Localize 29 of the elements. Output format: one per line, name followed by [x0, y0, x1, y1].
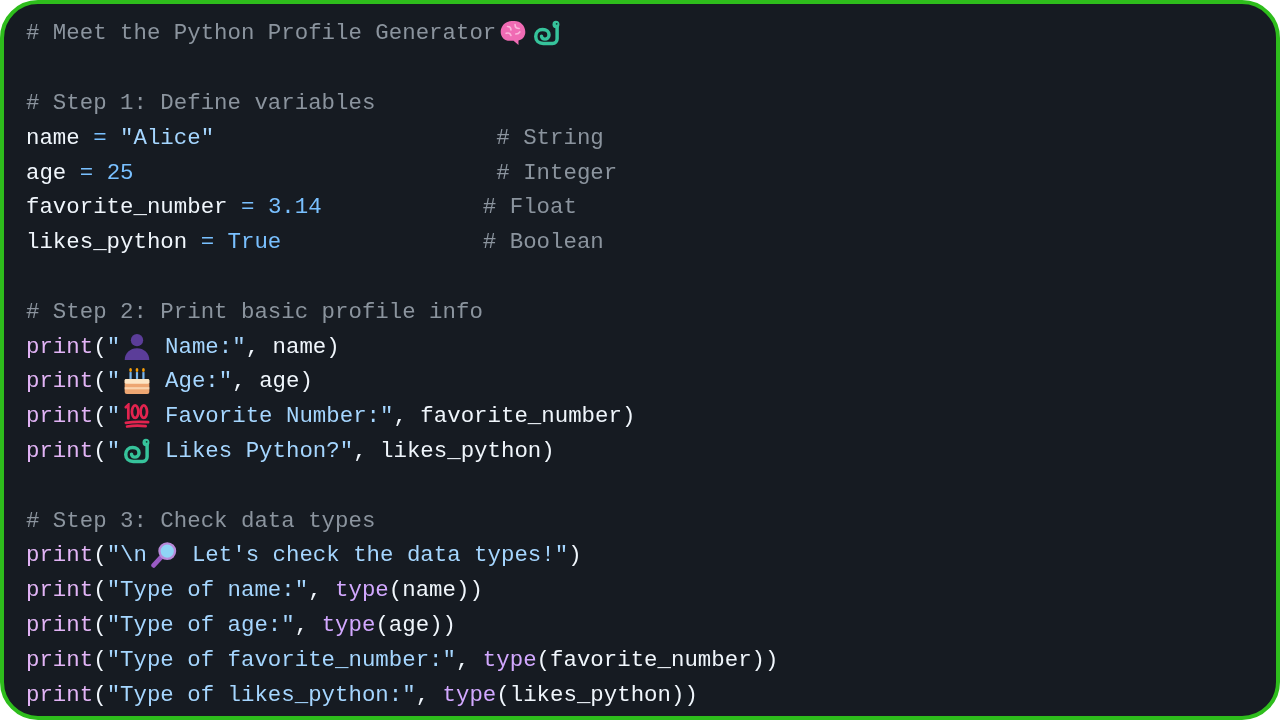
- brain-icon: [500, 20, 527, 47]
- snake-icon: [534, 20, 561, 47]
- code-text: print(": [26, 333, 121, 360]
- cake-icon: [124, 368, 151, 395]
- code-line: age = 25 # Integer: [26, 159, 618, 186]
- code-line: print("Type of name:", type(name)): [26, 577, 483, 604]
- code-line: # Step 2: Print basic profile info: [26, 298, 483, 325]
- code-line: print("Type of favorite_number:", type(favorite_number)): [26, 646, 779, 673]
- code-text: # Meet the Python Profile Generator: [26, 20, 497, 47]
- code-line: favorite_number = 3.14 # Float: [26, 194, 577, 221]
- code-line: # Step 3: Check data types: [26, 507, 376, 534]
- code-line: print("Type of age:", type(age)): [26, 611, 456, 638]
- code-text: Let's check the data types!"): [191, 542, 582, 569]
- code-text: Name:", name): [165, 333, 340, 360]
- code-line: print("Type of likes_python:", type(likes_python)): [26, 681, 698, 708]
- snake-icon: [124, 437, 151, 464]
- code-text: print(": [26, 368, 121, 395]
- code-text: print(": [26, 403, 121, 430]
- code-text: print("\n: [26, 542, 147, 569]
- code-text: print(": [26, 437, 121, 464]
- code-text: Favorite Number:", favorite_number): [165, 403, 636, 430]
- code-line: likes_python = True # Boolean: [26, 229, 604, 256]
- code-text: Likes Python?", likes_python): [165, 437, 555, 464]
- code-text: Age:", age): [165, 368, 313, 395]
- code-line: # Step 1: Define variables: [26, 90, 376, 116]
- hundred-points-icon: [124, 403, 151, 430]
- person-icon: [124, 333, 151, 360]
- code-line: name = "Alice" # String: [26, 124, 604, 151]
- magnifying-glass-icon: [150, 542, 177, 569]
